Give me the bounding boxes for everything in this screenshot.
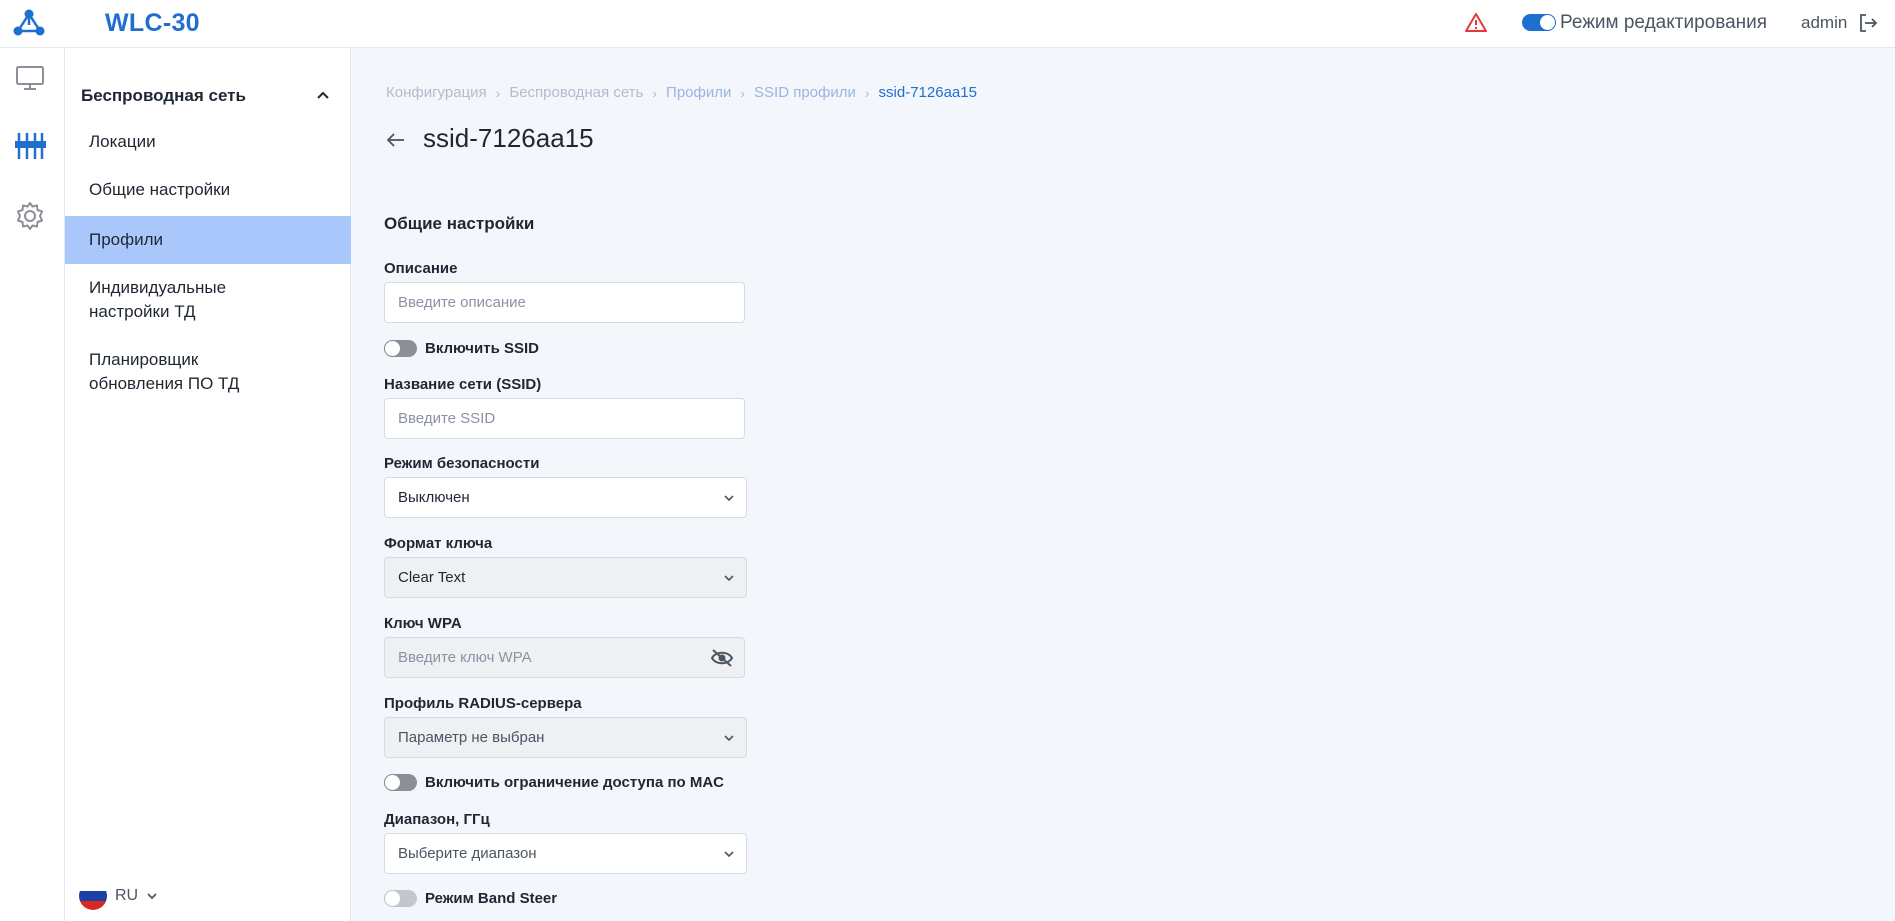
back-arrow-icon[interactable]	[384, 128, 408, 152]
mac-restriction-label: Включить ограничение доступа по MAC	[425, 774, 725, 791]
equalizer-icon[interactable]	[14, 130, 46, 162]
band-steer-row: Режим Band Steer	[384, 890, 557, 907]
enable-ssid-row: Включить SSID	[384, 340, 539, 357]
chevron-up-icon[interactable]	[315, 88, 331, 104]
enable-ssid-label: Включить SSID	[425, 340, 539, 357]
monitor-icon[interactable]	[14, 62, 46, 94]
breadcrumb-configuration[interactable]: Конфигурация	[386, 84, 487, 101]
mac-restriction-toggle[interactable]	[384, 774, 417, 791]
sidebar-item-general-settings[interactable]: Общие настройки	[65, 178, 351, 202]
breadcrumb-profiles[interactable]: Профили	[666, 84, 731, 101]
russian-flag-icon	[79, 882, 107, 910]
band-value: Выберите диапазон	[398, 845, 537, 862]
chevron-right-icon: ›	[652, 84, 658, 101]
sidebar-section-title[interactable]: Беспроводная сеть	[81, 86, 246, 106]
logout-icon[interactable]	[1857, 12, 1879, 34]
sidebar-item-profiles[interactable]: Профили	[65, 216, 351, 264]
sidebar: Беспроводная сеть Локации Общие настройк…	[65, 48, 351, 921]
sidebar-item-firmware-scheduler[interactable]: Планировщик обновления ПО ТД	[65, 348, 351, 396]
page-title: ssid-7126aa15	[423, 123, 594, 153]
language-label: RU	[115, 887, 139, 904]
icon-rail	[0, 48, 65, 921]
radius-profile-label: Профиль RADIUS-сервера	[384, 695, 582, 712]
breadcrumb: Конфигурация › Беспроводная сеть › Профи…	[386, 84, 977, 101]
breadcrumb-wireless[interactable]: Беспроводная сеть	[509, 84, 643, 101]
edit-mode-toggle[interactable]	[1522, 14, 1556, 31]
chevron-right-icon: ›	[740, 84, 746, 101]
top-bar: WLC-30 Режим редактирования admin	[0, 0, 1895, 48]
key-format-value: Clear Text	[398, 569, 466, 586]
chevron-down-icon	[724, 495, 734, 502]
chevron-down-icon	[724, 575, 734, 582]
key-format-select[interactable]: Clear Text	[384, 557, 747, 598]
user-name[interactable]: admin	[1801, 13, 1847, 33]
wpa-key-input[interactable]: Введите ключ WPA	[384, 637, 745, 678]
chevron-down-icon	[724, 735, 734, 742]
chevron-down-icon	[147, 893, 157, 900]
sidebar-item-locations[interactable]: Локации	[65, 130, 351, 154]
language-selector[interactable]: RU	[79, 882, 158, 910]
mac-restriction-row: Включить ограничение доступа по MAC	[384, 774, 724, 791]
gear-icon[interactable]	[14, 200, 46, 232]
ssid-label: Название сети (SSID)	[384, 376, 542, 393]
enable-ssid-toggle[interactable]	[384, 340, 417, 357]
sidebar-item-individual-ap-settings[interactable]: Индивидуальные настройки ТД	[65, 276, 351, 324]
main-content: Конфигурация › Беспроводная сеть › Профи…	[351, 48, 1895, 921]
chevron-down-icon	[724, 851, 734, 858]
section-title: Общие настройки	[384, 214, 535, 233]
radius-profile-select[interactable]: Параметр не выбран	[384, 717, 747, 758]
band-select[interactable]: Выберите диапазон	[384, 833, 747, 874]
app-title[interactable]: WLC-30	[105, 9, 200, 38]
band-steer-toggle[interactable]	[384, 890, 417, 907]
breadcrumb-ssid-profiles[interactable]: SSID профили	[754, 84, 856, 101]
edit-mode-label: Режим редактирования	[1560, 12, 1768, 33]
network-logo-icon[interactable]	[12, 8, 46, 38]
chevron-right-icon: ›	[495, 84, 501, 101]
security-mode-select[interactable]: Выключен	[384, 477, 747, 518]
key-format-label: Формат ключа	[384, 535, 493, 552]
security-mode-value: Выключен	[398, 489, 470, 506]
eye-off-icon[interactable]	[710, 647, 734, 669]
chevron-right-icon: ›	[864, 84, 870, 101]
band-steer-label: Режим Band Steer	[425, 890, 558, 907]
warning-icon[interactable]	[1465, 12, 1487, 34]
breadcrumb-current: ssid-7126aa15	[878, 84, 977, 101]
description-input[interactable]: Введите описание	[384, 282, 745, 323]
band-label: Диапазон, ГГц	[384, 811, 490, 828]
wpa-key-placeholder: Введите ключ WPA	[398, 649, 532, 666]
wpa-key-label: Ключ WPA	[384, 615, 462, 632]
description-label: Описание	[384, 260, 458, 277]
ssid-input[interactable]: Введите SSID	[384, 398, 745, 439]
security-mode-label: Режим безопасности	[384, 455, 540, 472]
radius-profile-value: Параметр не выбран	[398, 729, 545, 746]
